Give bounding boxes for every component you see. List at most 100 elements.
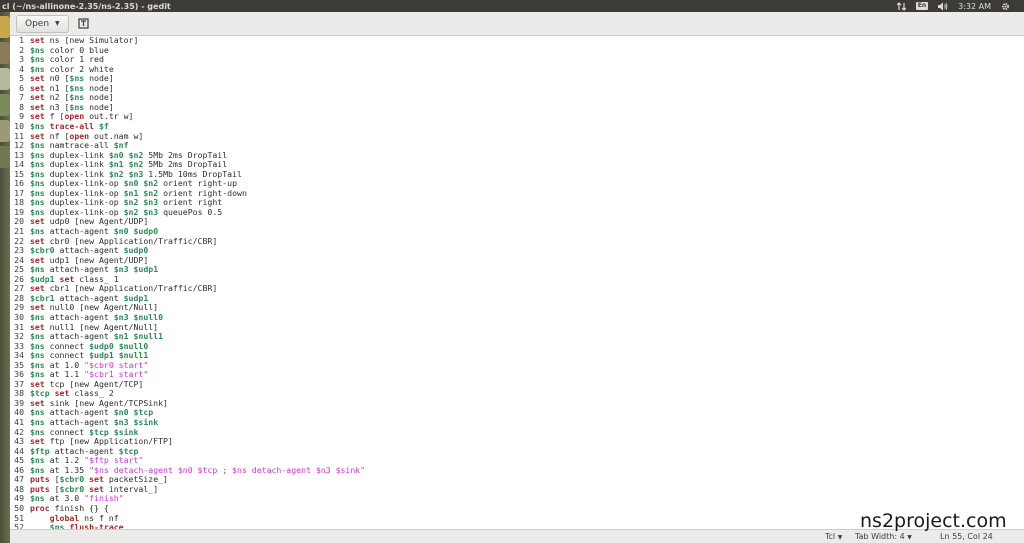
code-token: sink [new Agent/TCPSink] xyxy=(44,397,168,408)
code-token: $sink xyxy=(133,417,159,427)
code-token: set xyxy=(29,130,45,141)
code-token: duplex-link-op xyxy=(44,178,124,189)
code-token: $cbr0 xyxy=(59,474,85,485)
launcher-app-icon[interactable] xyxy=(0,68,10,90)
new-tab-button[interactable] xyxy=(77,17,91,31)
code-token: $cbr1 xyxy=(29,292,55,303)
code-token: $ns xyxy=(29,44,45,55)
code-token: packetSize_] xyxy=(103,474,168,485)
code-token: connect xyxy=(44,426,90,437)
code-token: $ns xyxy=(29,140,45,151)
code-token: attach-agent xyxy=(44,407,114,418)
code-token: 5Mb 2ms DropTail xyxy=(143,149,228,160)
code-token: set xyxy=(29,92,45,103)
code-token: flush-trace xyxy=(69,522,124,529)
code-token: color 2 white xyxy=(44,63,114,74)
code-token: $n2 xyxy=(123,197,139,208)
code-token: attach-agent xyxy=(44,311,114,322)
code-token: "$cbr0 start" xyxy=(84,359,149,370)
code-token: $ns xyxy=(29,54,45,65)
code-token: out.nam w] xyxy=(89,130,144,141)
code-token: color 0 blue xyxy=(44,44,109,55)
code-token: attach-agent xyxy=(44,264,114,275)
code-token: $udp0 xyxy=(123,245,149,256)
code-token: nf [ xyxy=(44,130,70,141)
code-token: ns f nf xyxy=(79,512,119,523)
gear-icon[interactable] xyxy=(1001,2,1010,11)
code-token: duplex-link-op xyxy=(44,187,124,198)
code-token: [ xyxy=(49,483,60,494)
code-token: set xyxy=(89,483,104,494)
code-token: $ns xyxy=(29,464,45,475)
code-token: $udp1 xyxy=(133,264,159,275)
code-token: trace-all xyxy=(49,120,95,131)
code-token: puts xyxy=(29,474,50,485)
launcher-app-icon[interactable] xyxy=(0,16,10,38)
code-token: puts xyxy=(29,483,50,494)
code-token: n3 [ xyxy=(44,101,70,112)
code-token: $null0 xyxy=(133,311,164,322)
launcher-app-icon[interactable] xyxy=(0,94,10,116)
code-token: $ns xyxy=(69,82,85,93)
code-token: class_ 1 xyxy=(74,273,119,284)
code-token: $ns xyxy=(29,120,45,131)
code-token: $ns xyxy=(29,197,45,208)
code-token: $tcp xyxy=(89,426,109,437)
code-token: open xyxy=(64,111,85,122)
code-token: node] xyxy=(84,101,114,112)
code-editor[interactable]: 1 set ns [new Simulator] 2 $ns color 0 bl… xyxy=(10,36,1024,529)
code-token: $n3 xyxy=(143,206,159,217)
code-token: duplex-link xyxy=(44,149,109,160)
code-token: $n0 xyxy=(113,407,129,418)
code-token: $n2 xyxy=(123,206,139,217)
watermark: ns2project.com xyxy=(860,510,1007,532)
code-token: $n2 xyxy=(108,168,124,179)
code-token: $udp0 xyxy=(133,226,159,236)
network-arrows-icon[interactable] xyxy=(896,1,906,11)
chevron-down-icon: ▼ xyxy=(837,534,843,541)
code-token: node] xyxy=(84,73,114,84)
code-token: $n3 xyxy=(113,311,129,322)
code-token: cbr1 [new Application/Traffic/CBR] xyxy=(44,283,218,294)
code-token: $ns xyxy=(29,417,45,427)
code-token: tcp [new Agent/TCP] xyxy=(44,378,144,389)
code-token: $n0 xyxy=(108,149,124,160)
code-token: $ns xyxy=(69,92,85,103)
code-token: $ns xyxy=(29,187,45,198)
code-token: set xyxy=(29,111,45,122)
clock[interactable]: 3:32 AM xyxy=(958,2,991,11)
code-token: $n3 xyxy=(128,168,144,179)
code-token: at 1.1 xyxy=(44,369,85,380)
code-token: set xyxy=(29,397,45,408)
code-token: set xyxy=(29,378,45,389)
code-token: $ns xyxy=(29,369,45,380)
code-token: set xyxy=(89,474,104,485)
launcher-app-icon[interactable] xyxy=(0,42,10,64)
code-token: $n3 xyxy=(113,264,129,275)
code-token: color 1 red xyxy=(44,54,104,65)
code-token: set xyxy=(59,273,75,284)
language-selector[interactable]: Tcl ▼ xyxy=(825,532,842,541)
code-token: $ns xyxy=(29,264,45,275)
code-token: $ns xyxy=(29,206,45,217)
code-token: $n2 xyxy=(128,149,144,160)
launcher-app-icon[interactable] xyxy=(0,146,10,168)
code-token: class_ 2 xyxy=(69,388,114,399)
code-token: $ns xyxy=(29,407,45,418)
code-token: queuePos 0.5 xyxy=(158,206,223,217)
code-token: n1 [ xyxy=(44,82,70,93)
launcher-app-icon[interactable] xyxy=(0,120,10,142)
code-token: attach-agent xyxy=(44,226,114,236)
volume-icon[interactable] xyxy=(938,2,948,11)
code-token: $n3 xyxy=(143,197,159,208)
tab-width-label: Tab Width: 4 xyxy=(855,532,905,541)
code-token: $n1 xyxy=(123,187,139,198)
open-button[interactable]: Open ▼ xyxy=(16,14,69,33)
tab-width-selector[interactable]: Tab Width: 4 ▼ xyxy=(855,532,912,541)
code-token: $udp1 xyxy=(89,350,114,361)
code-token: attach-agent xyxy=(54,292,124,303)
launcher xyxy=(0,12,10,543)
keyboard-language-indicator[interactable]: En xyxy=(915,2,929,10)
code-token: orient right xyxy=(158,197,223,208)
code-token: $ftp xyxy=(29,445,50,456)
